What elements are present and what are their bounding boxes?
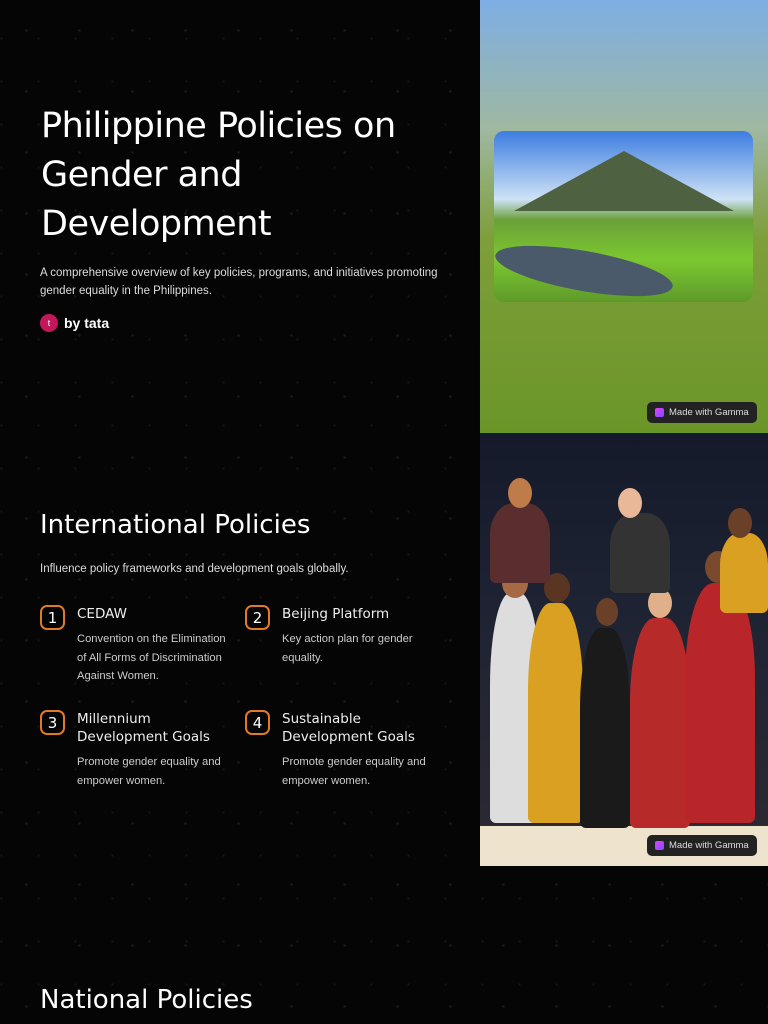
number-badge: 3 bbox=[40, 710, 65, 735]
made-with-gamma-button[interactable]: Made with Gamma bbox=[647, 835, 757, 856]
subtitle: A comprehensive overview of key policies… bbox=[40, 267, 438, 297]
policy-item-beijing: 2 Beijing Platform Key action plan for g… bbox=[245, 605, 435, 667]
section-intro: Influence policy frameworks and developm… bbox=[40, 563, 349, 575]
author: t by tata bbox=[40, 314, 109, 332]
badge-label: Made with Gamma bbox=[669, 407, 749, 418]
section-title-national: National Policies bbox=[40, 985, 253, 1015]
policy-item-cedaw: 1 CEDAW Convention on the Elimination of… bbox=[40, 605, 230, 686]
number-badge: 1 bbox=[40, 605, 65, 630]
page-title: Philippine Policies on Gender and Develo… bbox=[41, 106, 396, 244]
gamma-icon bbox=[655, 408, 664, 417]
avatar: t bbox=[40, 314, 58, 332]
diverse-people-illustration bbox=[480, 433, 768, 866]
item-title: Sustainable Development Goals bbox=[282, 711, 415, 745]
badge-label: Made with Gamma bbox=[669, 840, 749, 851]
title-slide: Philippine Policies on Gender and Develo… bbox=[0, 0, 768, 433]
item-desc: Convention on the Elimination of All For… bbox=[77, 633, 226, 682]
gamma-icon bbox=[655, 841, 664, 850]
item-desc: Key action plan for gender equality. bbox=[282, 633, 413, 664]
section-title-international: International Policies bbox=[40, 510, 311, 540]
number-badge: 4 bbox=[245, 710, 270, 735]
item-title: CEDAW bbox=[77, 606, 127, 622]
mayon-volcano-image bbox=[494, 131, 753, 302]
author-name: by tata bbox=[64, 315, 110, 331]
item-desc: Promote gender equality and empower wome… bbox=[77, 756, 221, 787]
item-desc: Promote gender equality and empower wome… bbox=[282, 756, 426, 787]
policy-item-mdg: 3 Millennium Development Goals Promote g… bbox=[40, 710, 230, 790]
made-with-gamma-button[interactable]: Made with Gamma bbox=[647, 402, 757, 423]
number-badge: 2 bbox=[245, 605, 270, 630]
item-title: Beijing Platform bbox=[282, 606, 390, 622]
item-title: Millennium Development Goals bbox=[77, 711, 210, 745]
policy-item-sdg: 4 Sustainable Development Goals Promote … bbox=[245, 710, 435, 790]
